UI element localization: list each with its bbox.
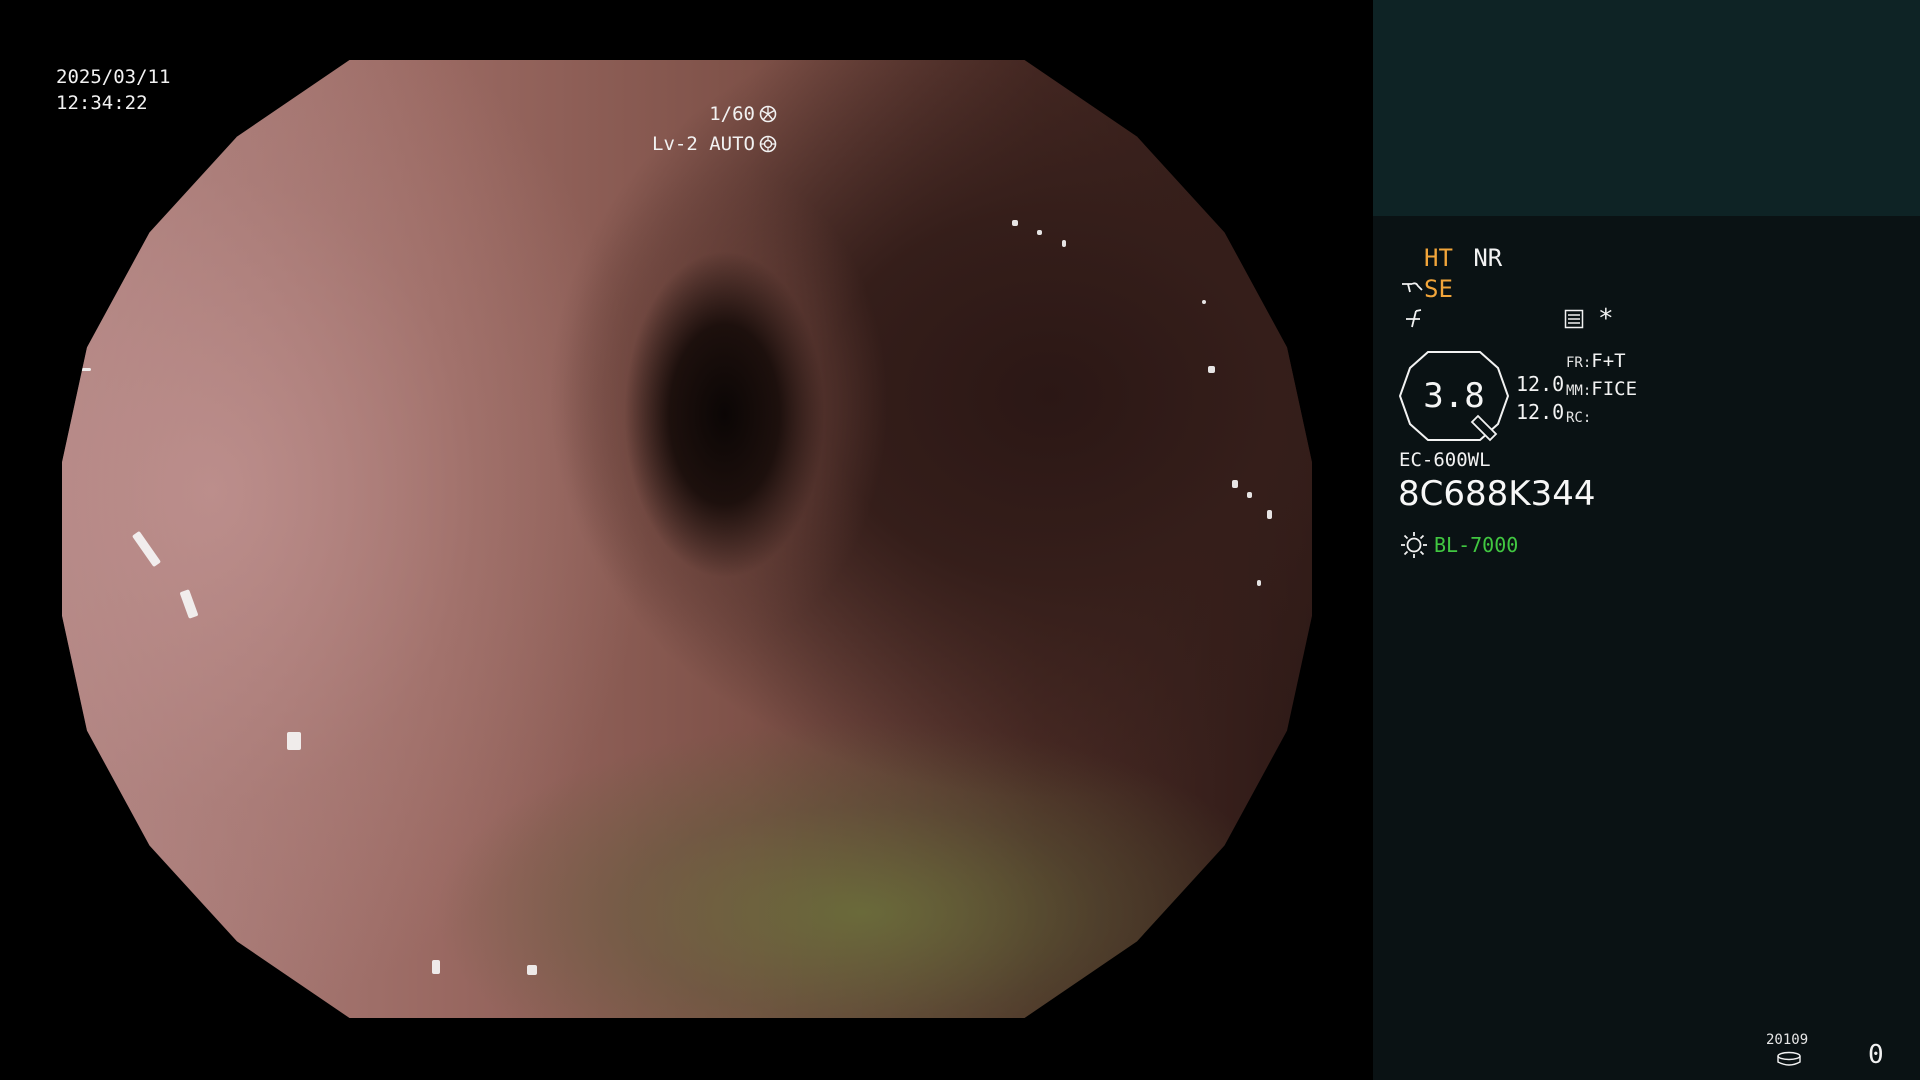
- light-source-row: BL-7000: [1400, 531, 1518, 559]
- reflection-glint: [1267, 510, 1272, 519]
- image-settings-icon: [1564, 309, 1584, 329]
- reflection-glint: [1208, 366, 1215, 373]
- fr-value: F+T: [1591, 350, 1626, 372]
- reflection-glint: [1012, 220, 1018, 226]
- reflection-glint: [1257, 580, 1261, 586]
- reflection-glint: [1202, 300, 1206, 304]
- mm-label: MM:: [1566, 383, 1592, 399]
- param-value-2: 12.0: [1516, 400, 1565, 424]
- rc-label: RC:: [1566, 410, 1592, 426]
- zoom-value: 3.8: [1423, 376, 1485, 416]
- light-source-icon: [1401, 532, 1427, 558]
- image-counter-label: 20109: [1766, 1032, 1809, 1048]
- shutter-speed-text: 1/60: [709, 103, 755, 125]
- reflection-glint: [1037, 230, 1042, 235]
- structure-enhance-icon: [1402, 282, 1423, 293]
- image-counter-value: 0: [1868, 1040, 1884, 1070]
- fr-label: FR:: [1566, 355, 1592, 371]
- reflection-glint: [432, 960, 440, 974]
- reflection-glint: [131, 530, 162, 568]
- light-source-model: BL-7000: [1434, 533, 1519, 557]
- shutter-icon: [759, 105, 777, 123]
- endoscope-video-area: 2025/03/11 12:34:22 1/60 Lv-2 AUTO: [0, 0, 1373, 1080]
- endoscopic-image: [62, 60, 1312, 1018]
- scope-model: EC-600WL: [1399, 449, 1491, 471]
- exposure-info: 1/60 Lv-2 AUTO: [517, 99, 777, 159]
- ht-indicator: HT: [1424, 244, 1453, 272]
- mode-row-1: HT NR: [1424, 244, 1502, 272]
- iris-icon: [759, 135, 777, 153]
- enhance-asterisk: *: [1598, 304, 1614, 334]
- param-value-1: 12.0: [1516, 372, 1565, 396]
- reflection-glint: [1232, 480, 1238, 488]
- reflection-glint: [1247, 492, 1252, 498]
- scope-serial-number: 8C688K344: [1398, 474, 1596, 514]
- zoom-indicator: 3.8: [1398, 350, 1510, 442]
- reflection-glint: [77, 368, 91, 371]
- date-time-display: 2025/03/11 12:34:22: [56, 64, 170, 116]
- se-indicator: SE: [1424, 275, 1453, 303]
- param-values: 12.0 12.0: [1516, 370, 1564, 426]
- time-text: 12:34:22: [56, 92, 148, 114]
- mode-row-2: SE: [1400, 275, 1453, 303]
- storage-icon: [1777, 1051, 1801, 1066]
- reflection-glint: [1062, 240, 1066, 247]
- reflection-glint: [527, 965, 537, 975]
- nr-indicator: NR: [1473, 244, 1503, 272]
- reflection-glint: [287, 732, 301, 750]
- processing-params: FR:F+T MM:FICE RC:: [1566, 348, 1637, 431]
- iris-mode-text: Lv-2 AUTO: [652, 133, 755, 155]
- edge-enhance-icon: [1406, 309, 1422, 328]
- date-text: 2025/03/11: [56, 66, 171, 88]
- reflection-glint: [179, 589, 199, 619]
- mm-value: FICE: [1591, 378, 1638, 400]
- panel-header-area: [1373, 0, 1920, 216]
